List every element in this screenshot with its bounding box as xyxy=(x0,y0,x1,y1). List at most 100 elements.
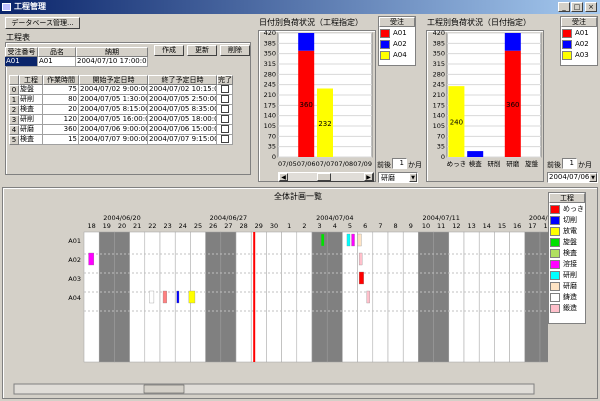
table-cell-end[interactable]: 2004/07/05 18:00:00 xyxy=(148,115,217,125)
legend-swatch xyxy=(550,205,560,214)
row-label: A03 xyxy=(68,275,81,283)
day-label: 27 xyxy=(224,222,232,230)
table-cell-process[interactable]: 検査 xyxy=(19,135,43,145)
scroll-left-icon[interactable]: ◀ xyxy=(279,173,288,181)
process-select-value: 研磨 xyxy=(381,174,395,182)
legend-item: 研削 xyxy=(550,270,585,280)
table-cell-start[interactable]: 2004/07/02 9:00:00 xyxy=(79,85,148,95)
maximize-icon[interactable]: □ xyxy=(571,2,583,12)
scroll-right-icon[interactable]: ▶ xyxy=(364,173,373,181)
table-cell-process[interactable]: 研削 xyxy=(19,115,43,125)
y-tick-label: 140 xyxy=(433,112,445,120)
order-number-value[interactable]: A01 xyxy=(5,57,38,67)
y-tick-label: 350 xyxy=(433,50,445,58)
day-label: 28 xyxy=(239,222,247,230)
delete-button[interactable]: 削除 xyxy=(220,45,250,56)
process-select[interactable]: 研磨 ▼ xyxy=(378,172,418,183)
y-tick-label: 0 xyxy=(272,153,276,161)
day-label: 20 xyxy=(118,222,126,230)
done-checkbox[interactable] xyxy=(217,135,233,145)
checkbox-icon[interactable] xyxy=(220,105,229,113)
table-cell-process[interactable]: 旋盤 xyxy=(19,85,43,95)
gantt-scrollbar[interactable] xyxy=(13,383,535,395)
day-label: 7 xyxy=(378,222,382,230)
table-cell-row-index[interactable]: 0 xyxy=(9,85,19,95)
daily-range-unit: か月 xyxy=(408,161,422,169)
chevron-down-icon[interactable]: ▼ xyxy=(589,173,597,182)
table-cell-work-time[interactable]: 120 xyxy=(43,115,79,125)
done-checkbox[interactable] xyxy=(217,105,233,115)
product-name-value[interactable]: A01 xyxy=(38,57,76,67)
table-cell-work-time[interactable]: 75 xyxy=(43,85,79,95)
done-checkbox[interactable] xyxy=(217,125,233,135)
update-button[interactable]: 更新 xyxy=(187,45,217,56)
y-tick-label: 70 xyxy=(437,132,445,140)
process-range-spinner[interactable]: 1 xyxy=(562,158,577,169)
create-button[interactable]: 作成 xyxy=(154,45,184,56)
minimize-icon[interactable]: _ xyxy=(558,2,570,12)
checkbox-icon[interactable] xyxy=(220,85,229,93)
day-label: 3 xyxy=(318,222,322,230)
table-cell-start[interactable]: 2004/07/05 16:00:00 xyxy=(79,115,148,125)
table-cell-work-time[interactable]: 80 xyxy=(43,95,79,105)
table-cell-end[interactable]: 2004/07/07 9:15:00 xyxy=(148,135,217,145)
table-cell-row-index[interactable]: 5 xyxy=(9,135,19,145)
y-tick-label: 315 xyxy=(433,60,445,68)
table-cell-row-index[interactable]: 4 xyxy=(9,125,19,135)
table-cell-process[interactable]: 研磨 xyxy=(19,125,43,135)
table-cell-work-time[interactable]: 360 xyxy=(43,125,79,135)
chevron-down-icon[interactable]: ▼ xyxy=(409,173,417,182)
table-cell-process[interactable]: 検査 xyxy=(19,105,43,115)
table-cell-work-time[interactable]: 15 xyxy=(43,135,79,145)
checkbox-icon[interactable] xyxy=(220,125,229,133)
due-date-value[interactable]: 2004/07/10 17:00:00 xyxy=(76,57,148,67)
y-tick-label: 350 xyxy=(264,50,276,58)
table-cell-work-time[interactable]: 20 xyxy=(43,105,79,115)
table-cell-start[interactable]: 2004/07/05 8:15:00 xyxy=(79,105,148,115)
day-column xyxy=(342,231,358,363)
table-cell-start[interactable]: 2004/07/06 9:00:00 xyxy=(79,125,148,135)
task-bar xyxy=(88,252,95,266)
legend-swatch xyxy=(550,249,560,258)
column-header-start: 開始予定日時 xyxy=(79,75,148,85)
legend-label: A01 xyxy=(393,29,407,37)
table-cell-end[interactable]: 2004/07/05 2:50:00 xyxy=(148,95,217,105)
table-cell-end[interactable]: 2004/07/02 10:15:00 xyxy=(148,85,217,95)
database-manage-button[interactable]: データベース管理... xyxy=(5,17,80,29)
process-table: 工程 作業時間 開始予定日時 終了予定日時 完了 0 旋盤 75 2004/07/02 9:00… xyxy=(9,75,243,145)
legend-item: めっき xyxy=(550,204,585,214)
checkbox-icon[interactable] xyxy=(220,135,229,143)
scroll-thumb[interactable] xyxy=(143,384,185,394)
table-cell-row-index[interactable]: 1 xyxy=(9,95,19,105)
legend-label: A03 xyxy=(575,51,589,59)
x-tick-label: 07/06 xyxy=(297,160,316,168)
day-label: 18 xyxy=(87,222,95,230)
done-checkbox[interactable] xyxy=(217,85,233,95)
gantt-legend-title: 工程 xyxy=(549,193,585,203)
table-cell-row-index[interactable]: 2 xyxy=(9,105,19,115)
table-cell-end[interactable]: 2004/07/05 8:35:00 xyxy=(148,105,217,115)
checkbox-icon[interactable] xyxy=(220,115,229,123)
task-bar xyxy=(351,233,355,247)
table-cell-row-index[interactable]: 3 xyxy=(9,115,19,125)
day-column xyxy=(372,231,389,363)
y-tick-label: 105 xyxy=(264,122,276,130)
legend-label: A02 xyxy=(393,40,407,48)
column-header-process: 工程 xyxy=(19,75,43,85)
table-cell-end[interactable]: 2004/07/06 15:00:00 xyxy=(148,125,217,135)
daily-scrollbar[interactable]: ◀ ▶ xyxy=(278,172,374,182)
table-cell-start[interactable]: 2004/07/05 1:30:00 xyxy=(79,95,148,105)
legend-swatch xyxy=(562,29,572,38)
done-checkbox[interactable] xyxy=(217,95,233,105)
date-select[interactable]: 2004/07/06 ▼ xyxy=(547,172,598,183)
done-checkbox[interactable] xyxy=(217,115,233,125)
daily-range-spinner[interactable]: 1 xyxy=(392,158,407,169)
legend-swatch xyxy=(550,227,560,236)
day-label: 15 xyxy=(498,222,506,230)
table-cell-start[interactable]: 2004/07/07 9:00:00 xyxy=(79,135,148,145)
checkbox-icon[interactable] xyxy=(220,95,229,103)
scroll-thumb[interactable] xyxy=(317,173,331,181)
table-cell-process[interactable]: 研削 xyxy=(19,95,43,105)
task-bar xyxy=(149,290,155,304)
close-icon[interactable]: × xyxy=(585,2,597,12)
